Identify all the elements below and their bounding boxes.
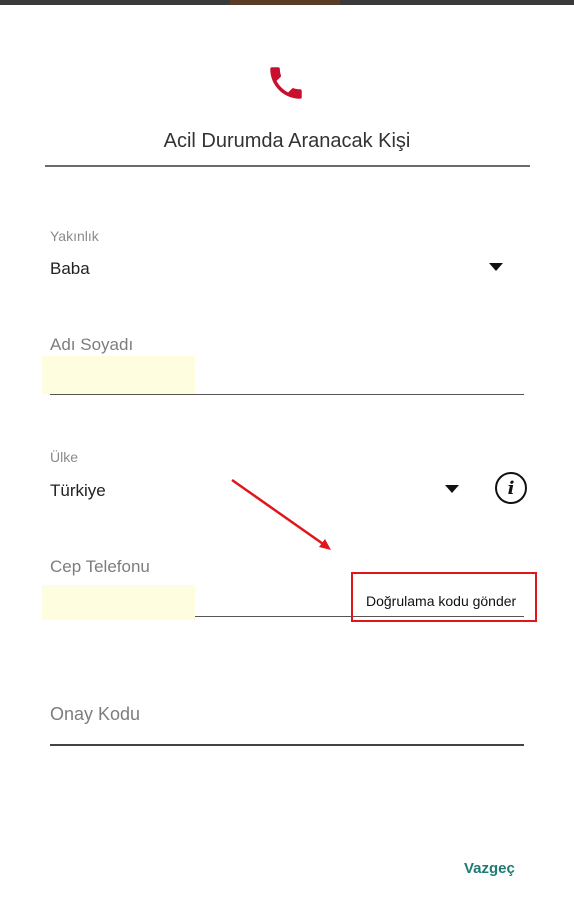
arrow-annotation: [231, 478, 331, 550]
send-code-button[interactable]: Doğrulama kodu gönder: [366, 593, 516, 609]
phone-input[interactable]: [50, 585, 345, 617]
code-input[interactable]: [50, 700, 524, 744]
cancel-button[interactable]: Vazgeç: [464, 860, 515, 877]
phone-placeholder: Cep Telefonu: [50, 557, 150, 576]
code-underline: [50, 744, 524, 746]
